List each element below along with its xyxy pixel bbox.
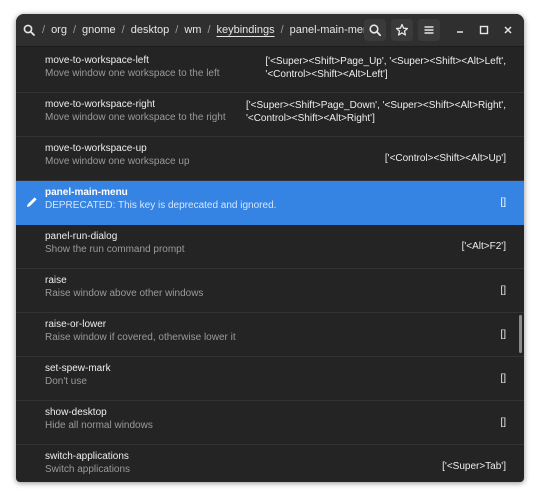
key-value-line: ['<Super><Shift>Page_Up', '<Super><Shift… bbox=[265, 56, 506, 67]
star-icon bbox=[395, 23, 409, 36]
key-value: ['<Alt>F2'] bbox=[462, 240, 506, 253]
key-value-line: ['<Control><Shift><Alt>Up'] bbox=[384, 153, 506, 164]
key-row-move-to-workspace-left[interactable]: move-to-workspace-left Move window one wo… bbox=[16, 49, 524, 93]
breadcrumb-separator: / bbox=[175, 24, 179, 36]
key-value-line: '<Control><Shift><Alt>Right'] bbox=[245, 113, 375, 124]
breadcrumb-separator: / bbox=[121, 24, 125, 36]
pencil-icon bbox=[27, 197, 37, 207]
minimize-button[interactable] bbox=[449, 19, 471, 41]
dconf-editor-window: / org / gnome / desktop / wm / keybindin… bbox=[16, 14, 524, 482]
bookmark-button[interactable] bbox=[391, 19, 413, 41]
key-row-move-to-workspace-up[interactable]: move-to-workspace-up Move window one work… bbox=[16, 137, 524, 181]
key-name: show-desktop bbox=[45, 407, 107, 418]
key-value-line: [] bbox=[500, 197, 506, 208]
key-description: Move window one workspace up bbox=[45, 156, 190, 167]
key-row-switch-applications[interactable]: switch-applications Switch applications ['… bbox=[16, 445, 524, 482]
breadcrumb-item-gnome[interactable]: gnome bbox=[78, 24, 120, 36]
key-name: move-to-workspace-left bbox=[45, 55, 149, 66]
key-description: Move window one workspace to the right bbox=[45, 112, 226, 123]
key-value: [] bbox=[500, 284, 506, 297]
minimize-icon bbox=[457, 31, 463, 33]
key-name: panel-main-menu bbox=[45, 187, 128, 198]
key-description: Switch applications bbox=[45, 464, 131, 475]
key-value: [] bbox=[500, 372, 506, 385]
header-bar: / org / gnome / desktop / wm / keybindin… bbox=[16, 14, 524, 47]
key-value-line: [] bbox=[500, 285, 506, 296]
key-row-set-spew-mark[interactable]: set-spew-mark Don't use [] bbox=[16, 357, 524, 401]
key-value: [] bbox=[500, 328, 506, 341]
key-value-line: ['<Super><Shift>Page_Down', '<Super><Shi… bbox=[245, 100, 506, 111]
search-icon bbox=[369, 24, 382, 37]
key-name: set-spew-mark bbox=[45, 363, 111, 374]
key-value: [] bbox=[500, 416, 506, 429]
key-description: Don't use bbox=[45, 376, 87, 387]
key-description: Hide all normal windows bbox=[45, 420, 153, 431]
keys-list: move-to-workspace-left Move window one wo… bbox=[16, 47, 524, 482]
maximize-icon bbox=[479, 25, 489, 35]
maximize-button[interactable] bbox=[473, 19, 495, 41]
menu-icon bbox=[424, 26, 434, 34]
key-value-line: ['<Super>Tab'] bbox=[442, 461, 506, 472]
key-name: move-to-workspace-up bbox=[45, 143, 147, 154]
breadcrumb-separator: / bbox=[207, 24, 211, 36]
key-value-line: [] bbox=[500, 417, 506, 428]
key-row-show-desktop[interactable]: show-desktop Hide all normal windows [] bbox=[16, 401, 524, 445]
key-value: ['<Super><Shift>Page_Down', '<Super><Shi… bbox=[246, 99, 506, 125]
key-value: ['<Super><Shift>Page_Up', '<Super><Shift… bbox=[265, 55, 506, 81]
key-name: raise bbox=[45, 275, 67, 286]
breadcrumb-separator: / bbox=[42, 24, 46, 36]
search-icon[interactable] bbox=[22, 23, 36, 37]
breadcrumb-item-desktop[interactable]: desktop bbox=[127, 24, 174, 36]
breadcrumb-separator: / bbox=[72, 24, 77, 36]
key-description: DEPRECATED: This key is deprecated and i… bbox=[45, 200, 277, 211]
breadcrumb-item-wm[interactable]: wm bbox=[180, 24, 205, 36]
key-name: panel-run-dialog bbox=[45, 231, 118, 242]
breadcrumb-item-keybindings[interactable]: keybindings bbox=[213, 24, 279, 36]
key-row-move-to-workspace-right[interactable]: move-to-workspace-right Move window one w… bbox=[16, 93, 524, 137]
key-value: [] bbox=[500, 196, 506, 209]
key-name: switch-applications bbox=[45, 451, 129, 462]
key-name: raise-or-lower bbox=[45, 319, 107, 330]
key-value: ['<Control><Shift><Alt>Up'] bbox=[385, 152, 506, 165]
key-row-panel-main-menu[interactable]: panel-main-menu DEPRECATED: This key is d… bbox=[16, 181, 524, 225]
key-row-panel-run-dialog[interactable]: panel-run-dialog Show the run command pro… bbox=[16, 225, 524, 269]
key-value-line: [] bbox=[500, 329, 506, 340]
key-row-raise-or-lower[interactable]: raise-or-lower Raise window if covered, o… bbox=[16, 313, 524, 357]
key-description: Raise window if covered, otherwise lower… bbox=[45, 332, 236, 343]
search-button[interactable] bbox=[364, 19, 386, 41]
close-button[interactable] bbox=[497, 19, 519, 41]
key-value-line: '<Control><Shift><Alt>Left'] bbox=[265, 69, 388, 80]
breadcrumb-separator: / bbox=[280, 24, 284, 36]
close-icon bbox=[504, 26, 512, 34]
key-description: Show the run command prompt bbox=[45, 244, 185, 255]
key-description: Move window one workspace to the left bbox=[45, 68, 220, 79]
key-row-raise[interactable]: raise Raise window above other windows [] bbox=[16, 269, 524, 313]
key-value-line: ['<Alt>F2'] bbox=[461, 241, 506, 252]
key-value-line: [] bbox=[500, 373, 506, 384]
breadcrumb-item-org[interactable]: org bbox=[47, 24, 71, 36]
scrollbar[interactable] bbox=[519, 315, 522, 353]
key-description: Raise window above other windows bbox=[45, 288, 204, 299]
main-menu-button[interactable] bbox=[418, 19, 440, 41]
breadcrumb: / org / gnome / desktop / wm / keybindin… bbox=[22, 14, 379, 46]
key-name: move-to-workspace-right bbox=[45, 99, 156, 110]
key-value: ['<Super>Tab'] bbox=[442, 460, 506, 473]
